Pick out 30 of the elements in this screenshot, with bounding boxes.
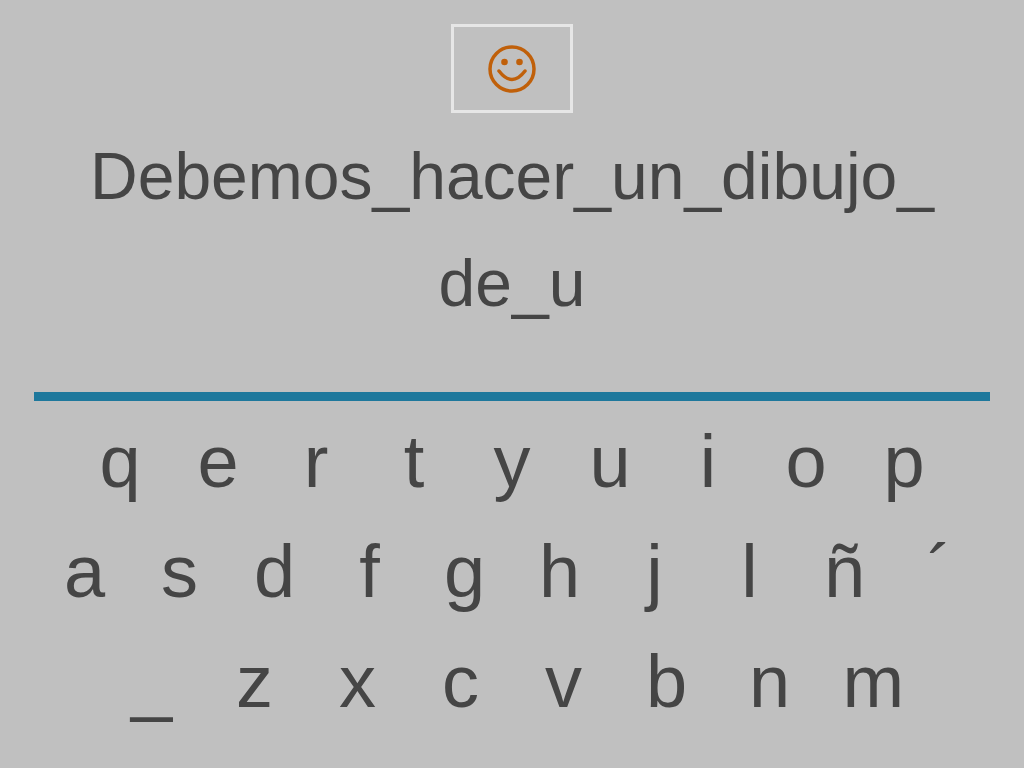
letter-key[interactable]: n	[739, 627, 800, 737]
letter-key[interactable]: m	[842, 627, 903, 737]
letter-key[interactable]: _	[121, 627, 182, 737]
letter-key[interactable]: a	[54, 517, 115, 627]
letter-key[interactable]: l	[719, 517, 780, 627]
letter-key[interactable]: f	[339, 517, 400, 627]
letter-key[interactable]: x	[327, 627, 388, 737]
letter-key[interactable]: d	[244, 517, 305, 627]
letter-key[interactable]: j	[624, 517, 685, 627]
letter-key[interactable]: o	[776, 407, 836, 517]
letter-key[interactable]: h	[529, 517, 590, 627]
letter-key[interactable]: z	[224, 627, 285, 737]
letter-key[interactable]: t	[384, 407, 444, 517]
smiley-icon	[487, 43, 537, 94]
letter-key[interactable]: e	[188, 407, 248, 517]
letter-key[interactable]: q	[90, 407, 150, 517]
letter-key[interactable]: v	[533, 627, 594, 737]
letter-key[interactable]: i	[678, 407, 738, 517]
letter-key[interactable]: g	[434, 517, 495, 627]
letter-key[interactable]: ´	[909, 517, 970, 627]
phrase-text: Debemos_hacer_un_dibujo_	[90, 138, 934, 215]
letter-key[interactable]: u	[580, 407, 640, 517]
letter-key[interactable]: y	[482, 407, 542, 517]
letter-key[interactable]: p	[874, 407, 934, 517]
letter-key[interactable]: s	[149, 517, 210, 627]
letter-key[interactable]: r	[286, 407, 346, 517]
letter-key[interactable]: b	[636, 627, 697, 737]
phrase-text: de_u	[438, 245, 586, 322]
letter-key[interactable]: ñ	[814, 517, 875, 627]
letter-key[interactable]: c	[430, 627, 491, 737]
